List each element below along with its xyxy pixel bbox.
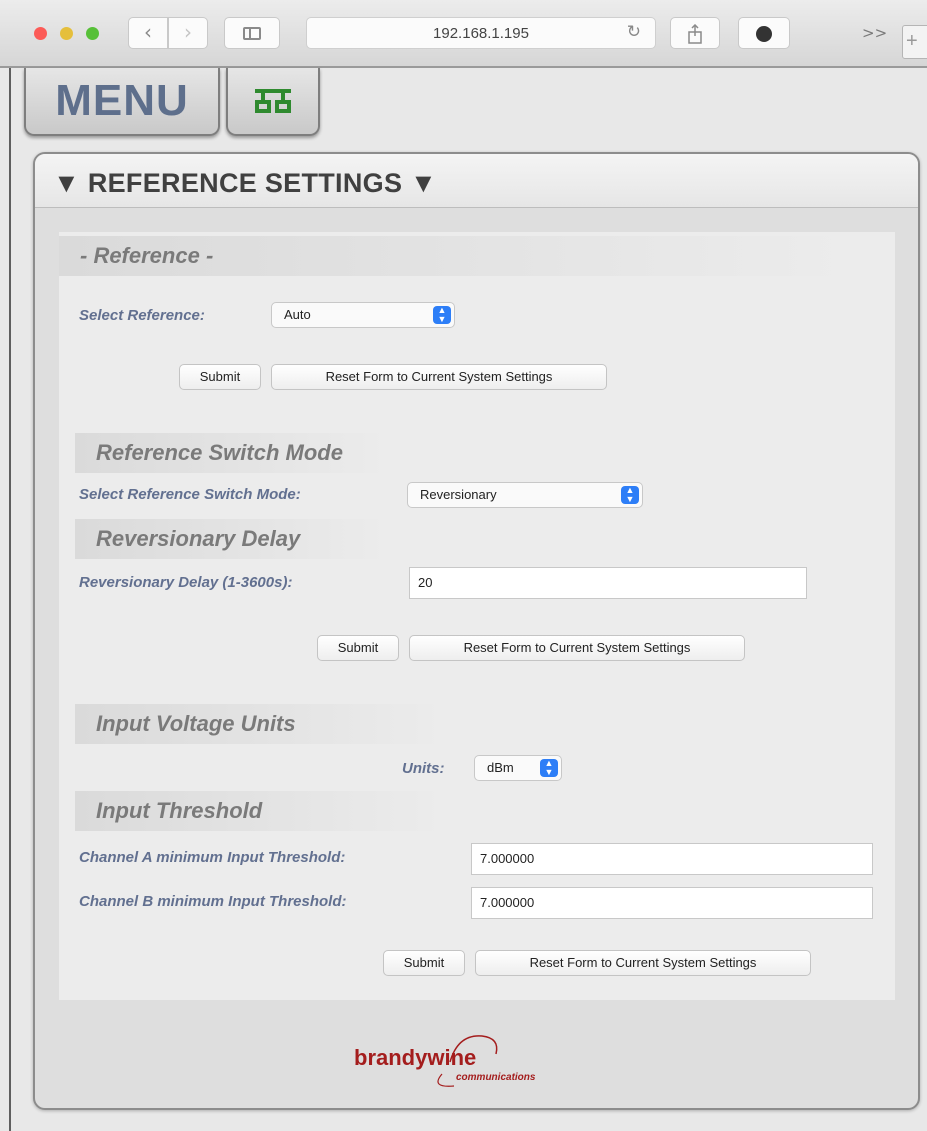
logo-sub-text: communications [456,1072,536,1083]
select-reference-value: Auto [284,307,311,322]
page-content: MENU ▼ REFERENCE SETTINGS ▼ - Reference … [0,68,927,1131]
new-tab-button[interactable]: + [902,25,927,59]
network-button[interactable] [226,68,320,136]
dropdown-arrow-icon: ▲ ▼ [621,486,639,504]
units-dropdown[interactable]: dBm ▲ ▼ [474,755,562,781]
channel-b-threshold-label: Channel B minimum Input Threshold: [79,893,347,910]
channel-a-threshold-label: Channel A minimum Input Threshold: [79,849,346,866]
switch-mode-reset-button[interactable]: Reset Form to Current System Settings [409,635,745,661]
address-bar[interactable]: 192.168.1.195 ↻ [306,17,656,49]
forward-button[interactable]: › [168,17,208,49]
dropdown-arrow-icon: ▲ ▼ [540,759,558,777]
extension-button[interactable] [738,17,790,49]
share-icon [688,23,702,44]
share-button[interactable] [670,17,720,49]
input-reset-button[interactable]: Reset Form to Current System Settings [475,950,811,976]
zoom-window-button[interactable] [86,27,99,40]
sidebar-icon [243,27,261,40]
reversionary-delay-heading: Reversionary Delay [75,519,405,559]
units-label: Units: [402,760,445,777]
reference-reset-button[interactable]: Reset Form to Current System Settings [271,364,607,390]
input-voltage-units-heading: Input Voltage Units [75,704,465,744]
units-value: dBm [487,760,514,775]
overflow-icon[interactable]: >> [862,24,887,42]
close-window-button[interactable] [34,27,47,40]
chevron-right-icon: › [184,20,192,44]
extension-icon [756,25,772,42]
reference-heading: - Reference - [59,236,895,276]
window-edge [9,68,11,1131]
back-button[interactable]: ‹ [128,17,168,49]
select-switch-mode-label: Select Reference Switch Mode: [79,486,301,503]
reference-submit-button[interactable]: Submit [179,364,261,390]
address-text: 192.168.1.195 [433,25,529,42]
brandywine-logo: brandywine communications [354,1035,536,1087]
input-submit-button[interactable]: Submit [383,950,465,976]
minimize-window-button[interactable] [60,27,73,40]
select-reference-dropdown[interactable]: Auto ▲ ▼ [271,302,455,328]
input-threshold-heading: Input Threshold [75,791,465,831]
network-icon [255,89,291,113]
select-switch-mode-dropdown[interactable]: Reversionary ▲ ▼ [407,482,643,508]
logo-main-text: brandywine [354,1045,476,1070]
switch-mode-heading: Reference Switch Mode [75,433,405,473]
switch-mode-submit-button[interactable]: Submit [317,635,399,661]
chevron-left-icon: ‹ [144,20,152,44]
reversionary-delay-input[interactable]: 20 [409,567,807,599]
select-switch-mode-value: Reversionary [420,487,497,502]
dropdown-arrow-icon: ▲ ▼ [433,306,451,324]
reload-icon[interactable]: ↻ [627,22,641,42]
menu-label: MENU [55,76,189,125]
menu-button[interactable]: MENU [24,68,220,136]
sidebar-toggle-button[interactable] [224,17,280,49]
panel-header[interactable]: ▼ REFERENCE SETTINGS ▼ [35,154,918,208]
select-reference-label: Select Reference: [79,307,205,324]
reversionary-delay-label: Reversionary Delay (1-3600s): [79,574,293,591]
reference-settings-panel: ▼ REFERENCE SETTINGS ▼ - Reference - Sel… [33,152,920,1110]
channel-b-threshold-input[interactable]: 7.000000 [471,887,873,919]
browser-toolbar: ‹ › 192.168.1.195 ↻ >> + [0,0,927,68]
settings-form: - Reference - Select Reference: Auto ▲ ▼ … [59,232,895,1000]
channel-a-threshold-input[interactable]: 7.000000 [471,843,873,875]
panel-title: ▼ REFERENCE SETTINGS ▼ [53,168,438,198]
